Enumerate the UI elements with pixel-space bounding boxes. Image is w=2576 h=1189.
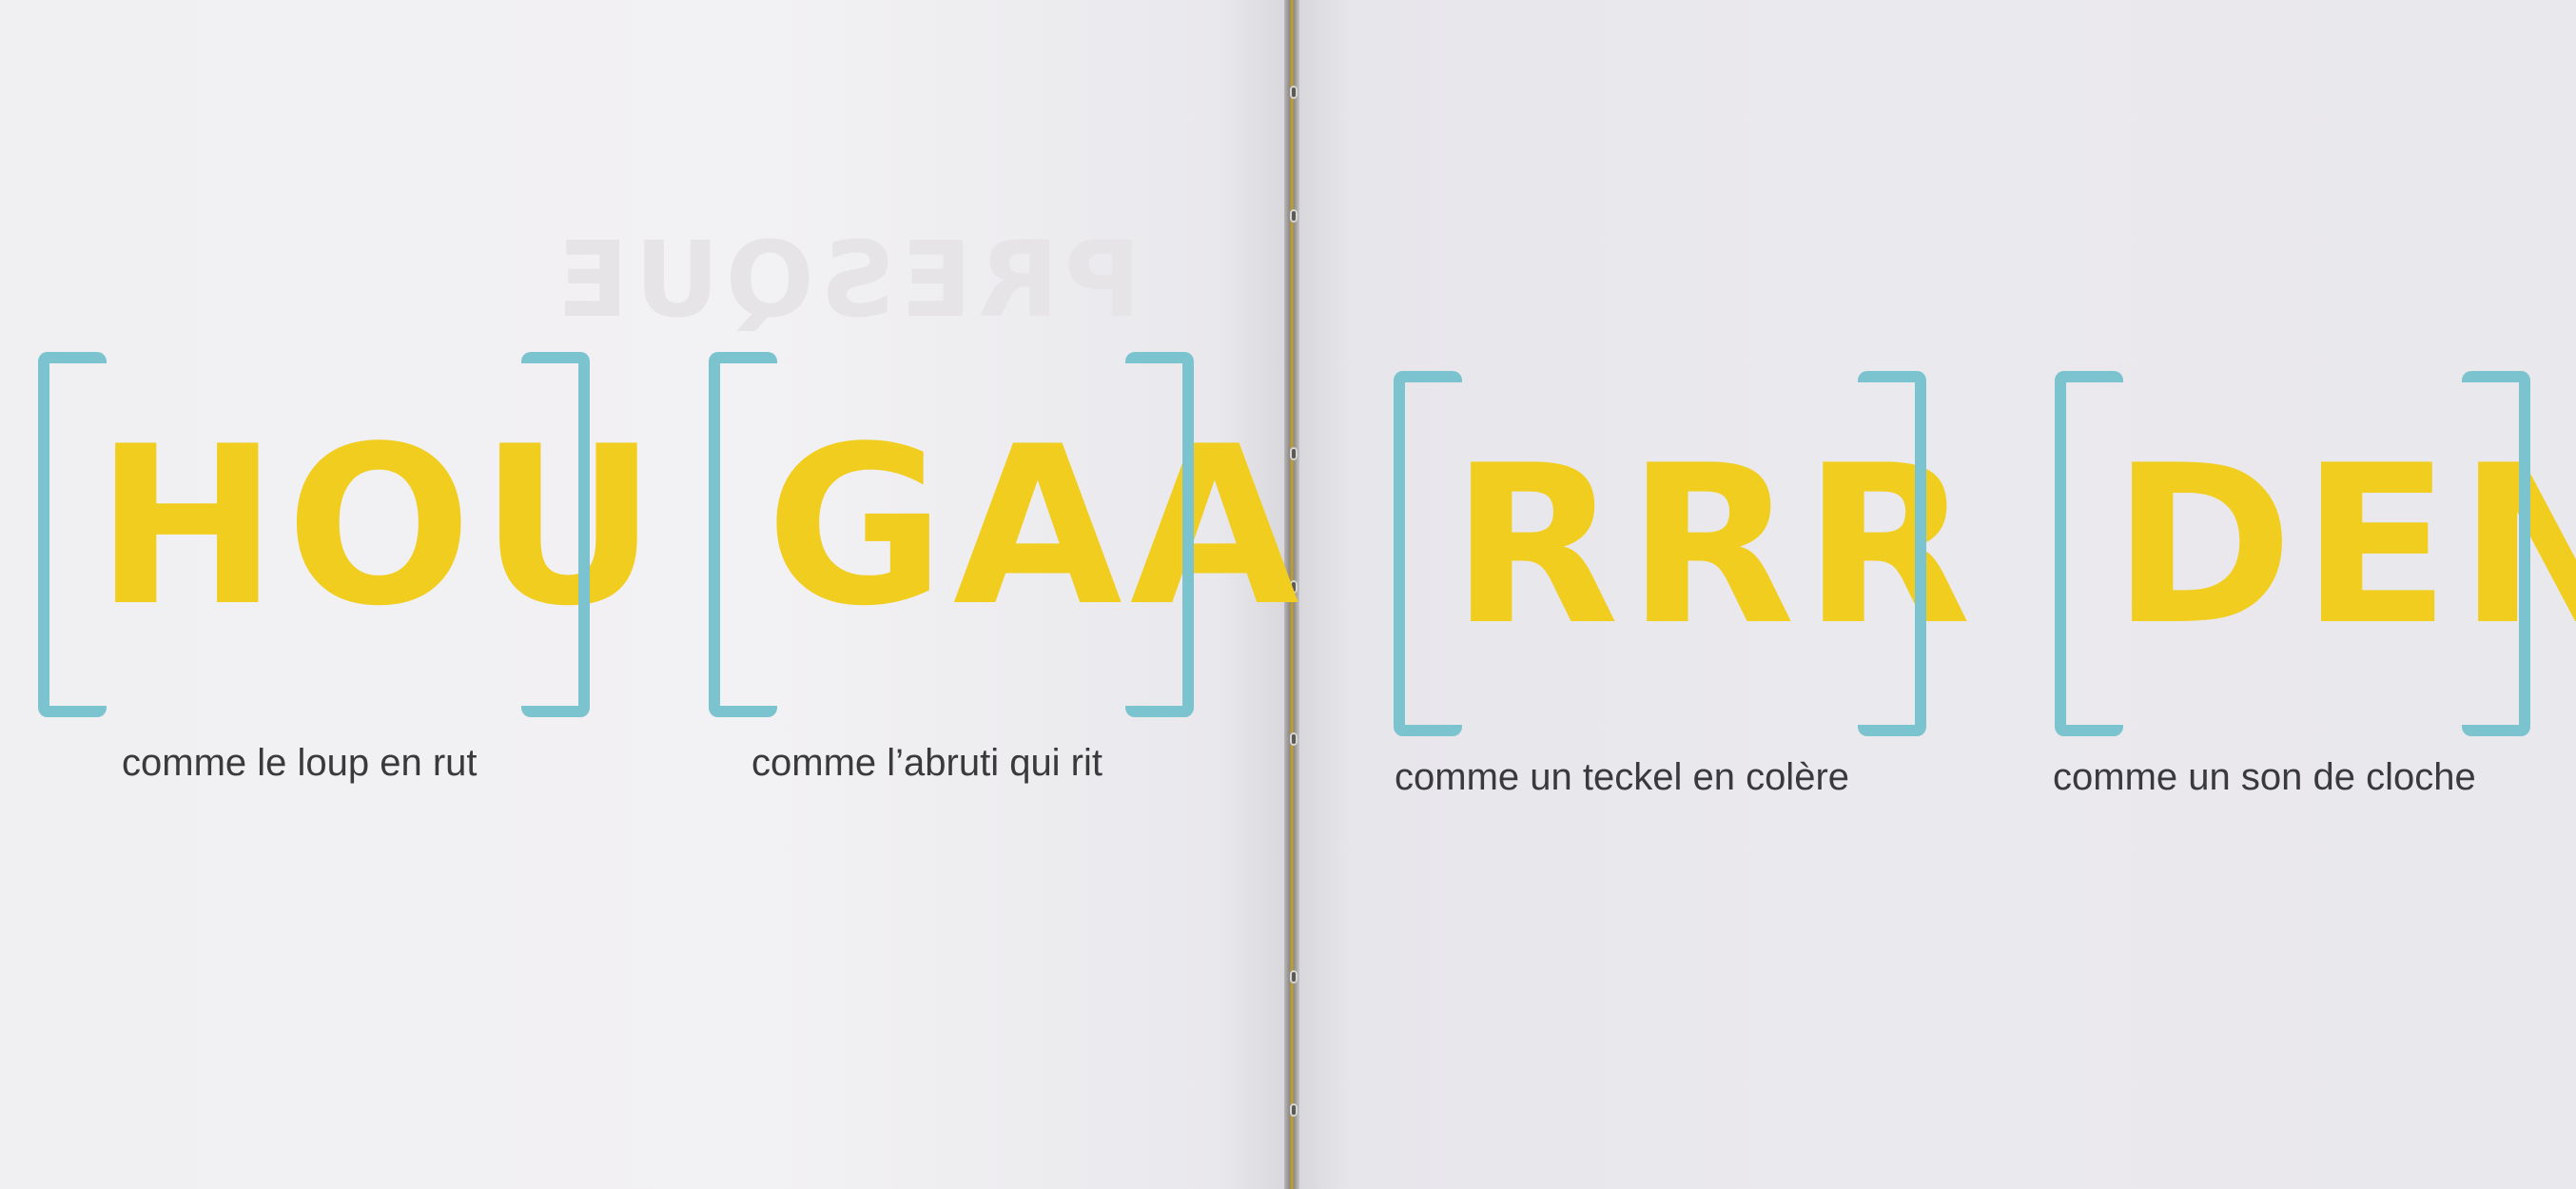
close-bracket	[521, 352, 590, 717]
spine-stitch	[1290, 209, 1298, 223]
sound-caption: comme un teckel en colère	[1395, 756, 1850, 798]
show-through-text: PRESQUE	[552, 219, 1142, 341]
spine-stitch	[1290, 732, 1298, 746]
close-bracket	[1125, 352, 1194, 717]
close-bracket	[1858, 371, 1926, 736]
spine-stitch	[1290, 970, 1298, 984]
sound-word: DEN	[2112, 419, 2576, 673]
sound-caption: comme l’abruti qui rit	[751, 742, 1103, 784]
close-bracket	[2462, 371, 2530, 736]
spine-stitch	[1290, 1103, 1298, 1117]
sound-block-gaa: GAA	[709, 352, 1307, 732]
sound-word: HOU	[95, 400, 665, 654]
sound-block-rrr: RRR	[1394, 371, 1980, 751]
sound-caption: comme un son de cloche	[2053, 756, 2476, 798]
sound-word: RRR	[1451, 419, 1980, 673]
sound-block-hou: HOU	[38, 352, 665, 732]
spine-stitch	[1290, 86, 1298, 99]
sound-word: GAA	[766, 400, 1307, 654]
sound-block-den: DEN	[2055, 371, 2576, 751]
sound-caption: comme le loup en rut	[122, 742, 478, 784]
